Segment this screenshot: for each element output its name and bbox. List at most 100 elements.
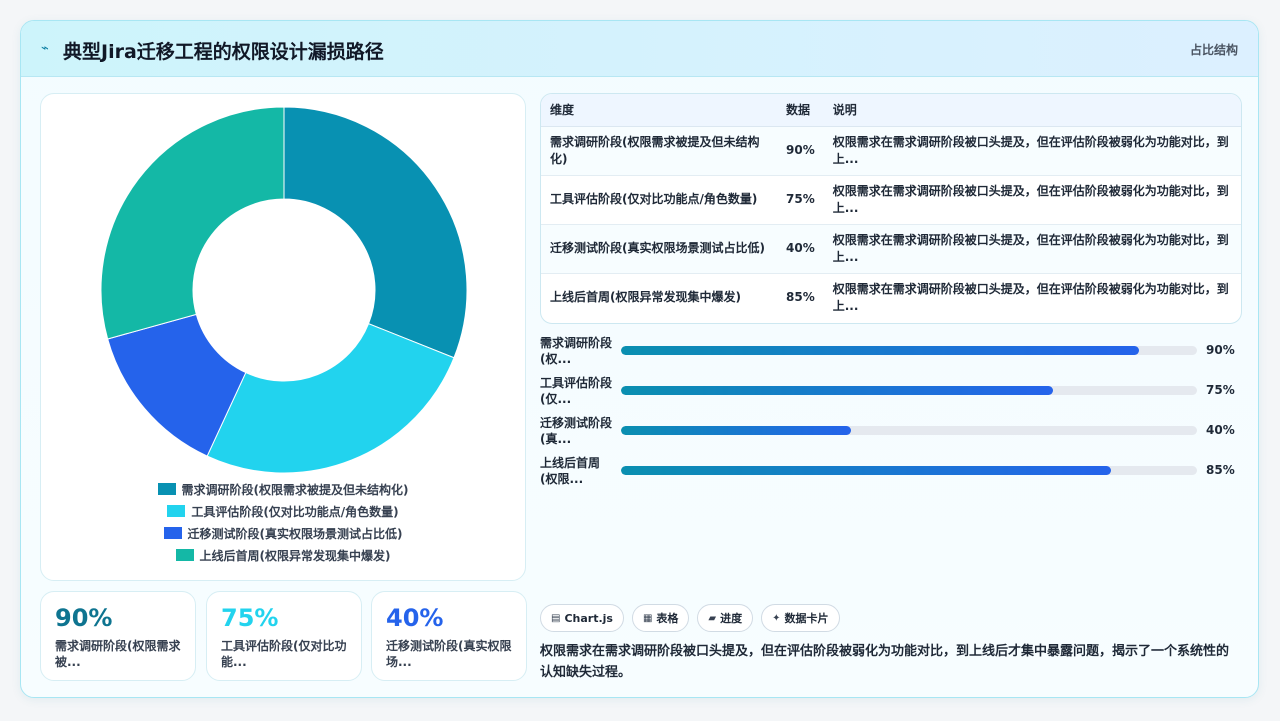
donut-slice[interactable] (283, 106, 468, 359)
legend-item[interactable]: 工具评估阶段(仅对比功能点/角色数量) (41, 500, 525, 522)
data-table: 维度 数据 说明 需求调研阶段(权限需求被提及但未结构化) 90% 权限需求在需… (541, 94, 1241, 322)
progress-row: 需求调研阶段 (权... 90% (540, 335, 1242, 375)
legend-swatch (157, 483, 176, 495)
chart-icon: ▤ (551, 612, 561, 624)
chip-label: 数据卡片 (784, 612, 829, 625)
chip-progress[interactable]: ▰ 进度 (697, 604, 754, 632)
table-cell-dim: 工具评估阶段(仅对比功能点/角色数量) (541, 175, 777, 225)
kpi-label-line: 场... (386, 655, 412, 669)
chip-data-card[interactable]: ✦ 数据卡片 (761, 604, 840, 632)
progress-value: 75% (1206, 383, 1235, 397)
donut-slice[interactable] (100, 106, 285, 340)
table-header-row: 维度 数据 说明 (541, 94, 1241, 127)
tech-chips: ▤ Chart.js ▦ 表格 ▰ 进度 ✦ 数据卡片 (540, 604, 840, 632)
donut-slice[interactable] (206, 323, 455, 474)
progress-label: 工具评估阶段 (仅... (540, 375, 618, 407)
table-cell-val: 40% (777, 224, 824, 274)
progress-fill (621, 426, 852, 435)
table-cell-desc: 权限需求在需求调研阶段被口头提及，但在评估阶段被弱化为功能对比，到上... (823, 126, 1241, 176)
kpi-card: 90% 需求调研阶段(权限需求 被... (40, 591, 196, 681)
progress-label-line: 需求调研阶段 (540, 336, 613, 350)
progress-label: 迁移测试阶段 (真... (540, 415, 618, 447)
progress-fill (621, 346, 1140, 355)
legend-item[interactable]: 需求调研阶段(权限需求被提及但未结构化) (41, 478, 525, 500)
table-row: 迁移测试阶段(真实权限场景测试占比低) 40% 权限需求在需求调研阶段被口头提及… (541, 224, 1241, 274)
progress-track (621, 466, 1197, 475)
legend-swatch (167, 505, 186, 517)
table-cell-val: 75% (777, 175, 824, 225)
progress-row: 上线后首周 (权限... 85% (540, 455, 1242, 495)
progress-value: 90% (1206, 343, 1235, 357)
kpi-label: 工具评估阶段(仅对比功 能... (221, 638, 347, 670)
legend-label: 迁移测试阶段(真实权限场景测试占比低) (187, 526, 403, 541)
progress-row: 迁移测试阶段 (真... 40% (540, 415, 1242, 455)
chip-label: 表格 (656, 612, 679, 625)
chip-table[interactable]: ▦ 表格 (631, 604, 690, 632)
donut-chart-card: 需求调研阶段(权限需求被提及但未结构化) 工具评估阶段(仅对比功能点/角色数量)… (40, 93, 526, 581)
progress-track (621, 386, 1197, 395)
page-title: 典型Jira迁移工程的权限设计漏损路径 (63, 41, 384, 63)
progress-bars: 需求调研阶段 (权... 90% 工具评估阶段 (仅... 75% 迁移测试阶段… (540, 335, 1242, 495)
summary-text: 权限需求在需求调研阶段被口头提及，但在评估阶段被弱化为功能对比，到上线后才集中暴… (540, 644, 1230, 680)
kpi-value: 90% (55, 604, 113, 632)
data-table-card: 维度 数据 说明 需求调研阶段(权限需求被提及但未结构化) 90% 权限需求在需… (540, 93, 1242, 324)
progress-label-line: 上线后首周 (540, 456, 601, 470)
table-cell-val: 85% (786, 290, 815, 305)
progress-icon: ▰ (708, 612, 717, 624)
table-header: 说明 (823, 94, 1241, 127)
kpi-label-line: 工具评估阶段(仅对比功 (221, 639, 347, 653)
table-cell-desc: 权限需求在需求调研阶段被口头提及，但在评估阶段被弱化为功能对比，到上... (823, 175, 1241, 225)
sparkle-icon: ✦ (772, 612, 781, 624)
legend-swatch (163, 527, 182, 539)
table-cell-dim: 需求调研阶段(权限需求被提及但未结构化) (541, 126, 777, 176)
legend-swatch (175, 549, 194, 561)
progress-label-line: (仅... (540, 392, 572, 406)
chart-legend: 需求调研阶段(权限需求被提及但未结构化) 工具评估阶段(仅对比功能点/角色数量)… (41, 478, 525, 566)
table-row: 上线后首周(权限异常发现集中爆发) 85% 权限需求在需求调研阶段被口头提及，但… (541, 273, 1241, 322)
progress-label-line: (权... (540, 352, 572, 366)
progress-label-line: (真... (540, 432, 572, 446)
legend-item[interactable]: 上线后首周(权限异常发现集中爆发) (41, 544, 525, 566)
kpi-label-line: 被... (55, 655, 81, 669)
progress-row: 工具评估阶段 (仅... 75% (540, 375, 1242, 415)
table-cell-desc: 权限需求在需求调研阶段被口头提及，但在评估阶段被弱化为功能对比，到上... (823, 224, 1241, 274)
donut-chart (100, 106, 468, 474)
table-row: 需求调研阶段(权限需求被提及但未结构化) 90% 权限需求在需求调研阶段被口头提… (541, 126, 1241, 176)
kpi-label: 迁移测试阶段(真实权限 场... (386, 638, 512, 670)
legend-label: 上线后首周(权限异常发现集中爆发) (199, 548, 391, 563)
dashboard-card: ⌁ 典型Jira迁移工程的权限设计漏损路径 占比结构 需求调研阶段(权限需求被提… (20, 20, 1259, 698)
table-cell-dim: 迁移测试阶段(真实权限场景测试占比低) (541, 224, 777, 274)
kpi-label-line: 能... (221, 655, 247, 669)
table-icon: ▦ (642, 612, 653, 624)
table-header: 数据 (777, 94, 824, 127)
progress-label: 上线后首周 (权限... (540, 455, 618, 487)
chip-label: Chart.js (564, 611, 613, 625)
progress-track (621, 426, 1197, 435)
table-row: 工具评估阶段(仅对比功能点/角色数量) 75% 权限需求在需求调研阶段被口头提及… (541, 175, 1241, 225)
progress-fill (621, 466, 1111, 475)
legend-label: 需求调研阶段(权限需求被提及但未结构化) (181, 482, 409, 497)
spark-icon: ⌁ (41, 41, 49, 56)
table-cell-dim: 上线后首周(权限异常发现集中爆发) (550, 290, 741, 305)
kpi-value: 40% (386, 604, 444, 632)
header-tag: 占比结构 (1189, 43, 1238, 57)
kpi-card: 75% 工具评估阶段(仅对比功 能... (206, 591, 362, 681)
progress-label-line: 迁移测试阶段 (540, 416, 613, 430)
kpi-card: 40% 迁移测试阶段(真实权限 场... (371, 591, 527, 681)
kpi-value: 75% (221, 604, 279, 632)
table-cell-val: 90% (777, 126, 824, 176)
kpi-label-line: 需求调研阶段(权限需求 (55, 639, 181, 653)
progress-track (621, 346, 1197, 355)
chip-label: 进度 (720, 612, 743, 625)
legend-label: 工具评估阶段(仅对比功能点/角色数量) (191, 504, 399, 519)
table-cell-desc: 权限需求在需求调研阶段被口头提及，但在评估阶段被弱化为功能对比，到上... (832, 281, 1229, 313)
header: ⌁ 典型Jira迁移工程的权限设计漏损路径 占比结构 (21, 21, 1258, 77)
progress-value: 40% (1206, 423, 1235, 437)
legend-item[interactable]: 迁移测试阶段(真实权限场景测试占比低) (41, 522, 525, 544)
progress-value: 85% (1206, 463, 1235, 477)
progress-label-line: 工具评估阶段 (540, 376, 613, 390)
table-header: 维度 (541, 94, 777, 127)
chip-chartjs[interactable]: ▤ Chart.js (540, 604, 624, 632)
progress-label: 需求调研阶段 (权... (540, 335, 618, 367)
kpi-label-line: 迁移测试阶段(真实权限 (386, 639, 512, 653)
